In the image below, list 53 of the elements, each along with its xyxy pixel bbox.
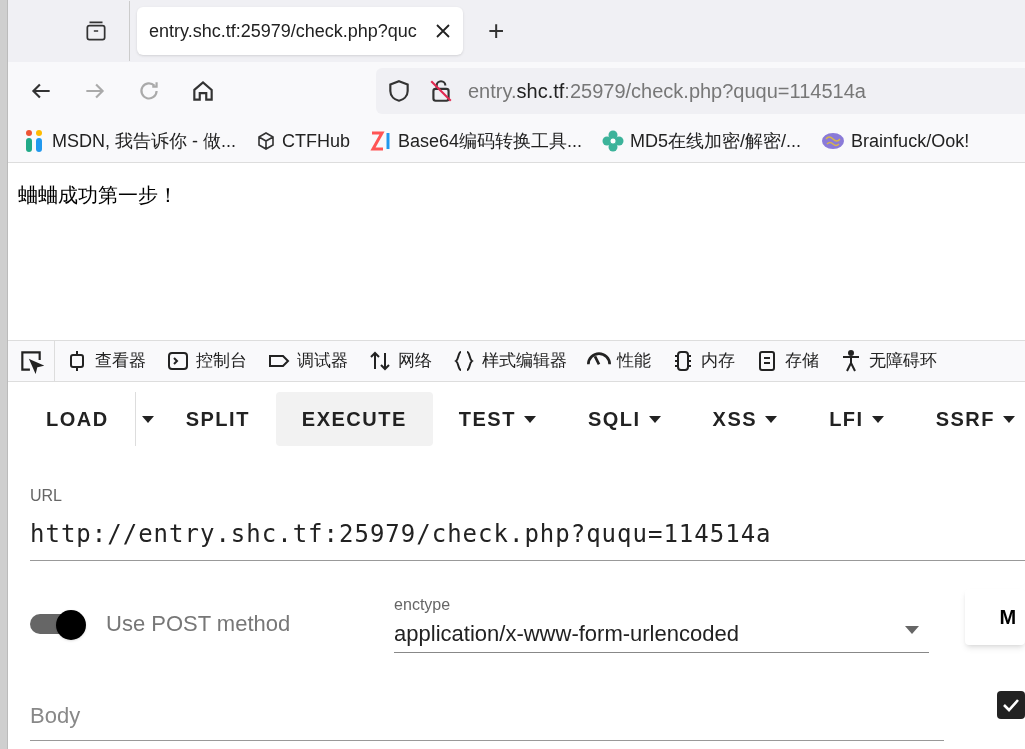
bookmark-logo-icon bbox=[370, 130, 392, 152]
hackbar-button[interactable]: LFI bbox=[803, 392, 910, 446]
caret-icon bbox=[141, 415, 154, 423]
devtools-tab[interactable]: 调试器 bbox=[257, 348, 358, 374]
hackbar-button[interactable]: XSS bbox=[686, 392, 804, 446]
hackbar-button[interactable]: SSRF bbox=[909, 392, 1025, 446]
cube-icon bbox=[256, 131, 276, 151]
devtools-tab[interactable]: 无障碍环 bbox=[829, 348, 947, 374]
caret-icon bbox=[523, 415, 536, 423]
hackbar-button[interactable]: SPLIT bbox=[159, 392, 276, 446]
post-toggle[interactable] bbox=[30, 608, 86, 639]
devtools-tab[interactable]: 控制台 bbox=[156, 348, 257, 374]
post-label: Use POST method bbox=[106, 610, 291, 638]
caret-icon bbox=[765, 415, 778, 423]
dropdown-caret-icon bbox=[903, 625, 922, 635]
address-bar[interactable]: entry.shc.tf:25979/check.php?ququ=114514a bbox=[376, 68, 1025, 114]
hackbar-button[interactable]: SQLI bbox=[561, 392, 687, 446]
devtools-tab[interactable]: 存储 bbox=[745, 348, 829, 374]
console-icon bbox=[166, 349, 190, 373]
hackbar-button[interactable]: EXECUTE bbox=[275, 392, 433, 446]
shield-icon bbox=[386, 78, 412, 104]
devtools-tab[interactable]: 查看器 bbox=[55, 348, 156, 374]
bookmark[interactable]: MSDN, 我告诉你 - 做... bbox=[24, 127, 236, 155]
caret-icon bbox=[871, 415, 884, 423]
home-icon[interactable] bbox=[190, 78, 216, 104]
devtools-tab[interactable]: 网络 bbox=[358, 348, 442, 374]
bookmark[interactable]: MD5在线加密/解密/... bbox=[602, 127, 802, 155]
page-text: 蛐蛐成功第一步！ bbox=[18, 183, 178, 208]
arrows-icon bbox=[368, 349, 392, 373]
body-field[interactable]: Body bbox=[30, 699, 944, 741]
insecure-lock-icon bbox=[428, 78, 454, 104]
hackbar-button[interactable]: TEST bbox=[432, 392, 562, 446]
devtools-tab[interactable]: 样式编辑器 bbox=[442, 348, 577, 374]
devtools-tab[interactable]: 内存 bbox=[661, 348, 745, 374]
url-field[interactable]: URL http://entry.shc.tf:25979/check.php?ququ=114514a bbox=[30, 484, 1025, 561]
browser-tab[interactable]: entry.shc.tf:25979/check.php?quc bbox=[137, 7, 463, 55]
caret-icon bbox=[648, 415, 661, 423]
hackbar-button[interactable]: LOAD bbox=[20, 392, 135, 446]
element-picker-icon[interactable] bbox=[18, 348, 44, 374]
checkbox[interactable] bbox=[997, 691, 1025, 719]
url-text: entry.shc.tf:25979/check.php?ququ=114514a bbox=[468, 79, 866, 104]
new-tab-button[interactable]: + bbox=[488, 17, 505, 45]
devtools-tab[interactable]: 性能 bbox=[577, 348, 661, 374]
side-button[interactable]: M bbox=[965, 589, 1025, 645]
bookmark[interactable]: Brainfuck/Ook! bbox=[821, 127, 970, 155]
bookmark[interactable]: Base64编码转换工具... bbox=[370, 127, 583, 155]
close-icon[interactable] bbox=[435, 23, 451, 39]
flower-icon bbox=[602, 130, 625, 152]
braces-icon bbox=[452, 349, 476, 373]
caret-icon bbox=[1003, 415, 1015, 423]
bookmark[interactable]: CTFHub bbox=[256, 127, 350, 155]
enctype-select[interactable]: enctype application/x-www-form-urlencoded bbox=[394, 593, 930, 653]
tab-list-icon[interactable] bbox=[83, 18, 109, 44]
